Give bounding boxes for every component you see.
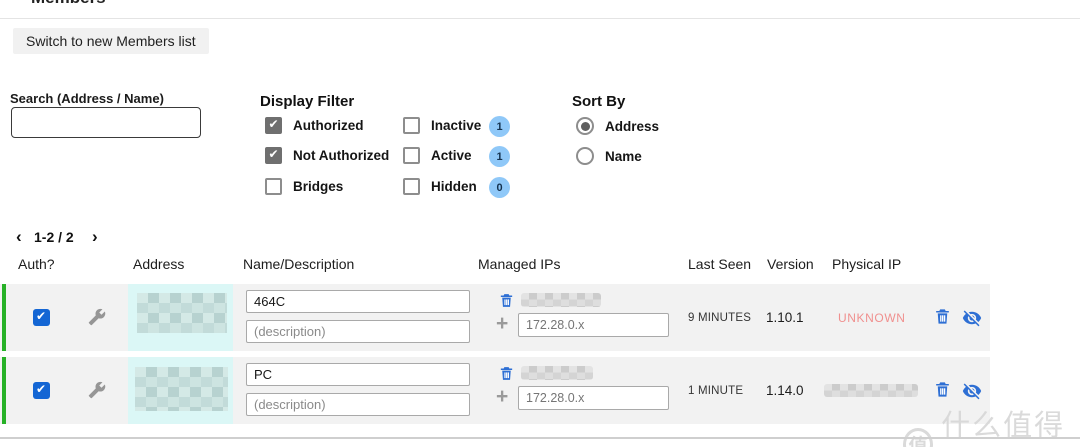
add-ip-plus-icon[interactable]: + xyxy=(496,313,508,334)
filter-label: Bridges xyxy=(293,179,344,194)
hide-member-eye-off-icon[interactable] xyxy=(962,308,982,328)
physical-ip-value: UNKNOWN xyxy=(838,311,906,325)
last-seen-value: 9 MINUTES xyxy=(688,312,752,324)
assign-ip-input[interactable] xyxy=(518,313,669,337)
col-header-name-description: Name/Description xyxy=(243,256,355,272)
pagination-next-button[interactable]: › xyxy=(92,228,98,245)
search-label: Search (Address / Name) xyxy=(10,91,164,106)
version-value: 1.14.0 xyxy=(766,383,804,398)
count-badge-active: 1 xyxy=(489,146,510,167)
col-header-version: Version xyxy=(767,256,814,272)
filter-option-not-authorized[interactable]: Not Authorized xyxy=(265,147,389,164)
wrench-settings-icon[interactable] xyxy=(88,381,106,399)
filter-label: Hidden xyxy=(431,179,477,194)
col-header-managed-ips: Managed IPs xyxy=(478,256,561,272)
count-badge-inactive: 1 xyxy=(489,116,510,137)
delete-member-trash-icon[interactable] xyxy=(933,380,952,399)
filter-option-hidden[interactable]: Hidden xyxy=(403,178,477,195)
sort-by-title: Sort By xyxy=(572,93,626,110)
redacted-physical-ip xyxy=(824,384,918,397)
sort-option-address[interactable]: Address xyxy=(576,117,659,135)
checkbox-checked-icon[interactable] xyxy=(265,147,282,164)
filter-option-bridges[interactable]: Bridges xyxy=(265,178,343,195)
col-header-auth: Auth? xyxy=(18,256,55,272)
col-header-address: Address xyxy=(133,256,185,272)
redacted-managed-ip xyxy=(521,293,601,307)
member-description-input[interactable] xyxy=(246,393,470,416)
filter-label: Inactive xyxy=(431,118,482,133)
delete-ip-trash-icon[interactable] xyxy=(498,365,515,382)
top-divider xyxy=(0,18,1080,19)
member-name-input[interactable] xyxy=(246,290,470,313)
pagination-range-label: 1-2 / 2 xyxy=(34,229,74,245)
sort-option-name[interactable]: Name xyxy=(576,147,642,165)
sort-label: Address xyxy=(605,118,660,134)
filter-option-active[interactable]: Active xyxy=(403,147,472,164)
redacted-address xyxy=(135,367,228,411)
checkbox-unchecked-icon[interactable] xyxy=(403,117,420,134)
member-row: + 1 MINUTE 1.14.0 xyxy=(0,357,990,424)
display-filter-title: Display Filter xyxy=(260,93,355,110)
pagination-prev-button[interactable]: ‹ xyxy=(16,228,22,245)
bottom-divider xyxy=(0,437,1080,439)
wrench-settings-icon[interactable] xyxy=(88,308,106,326)
add-ip-plus-icon[interactable]: + xyxy=(496,386,508,407)
assign-ip-input[interactable] xyxy=(518,386,669,410)
address-cell xyxy=(128,357,233,424)
radio-selected-icon[interactable] xyxy=(576,117,594,135)
delete-member-trash-icon[interactable] xyxy=(933,307,952,326)
search-input[interactable] xyxy=(11,107,201,138)
filter-option-inactive[interactable]: Inactive xyxy=(403,117,481,134)
col-header-last-seen: Last Seen xyxy=(688,256,752,272)
checkbox-unchecked-icon[interactable] xyxy=(403,147,420,164)
redacted-managed-ip xyxy=(521,366,593,380)
filter-label: Active xyxy=(431,148,472,163)
col-header-physical-ip: Physical IP xyxy=(832,256,902,272)
checkbox-checked-icon[interactable] xyxy=(265,117,282,134)
hide-member-eye-off-icon[interactable] xyxy=(962,381,982,401)
address-cell xyxy=(128,284,233,351)
members-page: Members Switch to new Members list Searc… xyxy=(0,0,1080,447)
last-seen-value: 1 MINUTE xyxy=(688,385,744,397)
delete-ip-trash-icon[interactable] xyxy=(498,292,515,309)
filter-option-authorized[interactable]: Authorized xyxy=(265,117,364,134)
member-row: + 9 MINUTES 1.10.1 UNKNOWN xyxy=(0,284,990,351)
auth-checkbox[interactable] xyxy=(33,309,50,326)
switch-members-list-button[interactable]: Switch to new Members list xyxy=(13,28,209,54)
page-title: Members xyxy=(31,0,106,8)
filter-label: Authorized xyxy=(293,118,364,133)
authorized-indicator-bar xyxy=(2,284,6,351)
member-description-input[interactable] xyxy=(246,320,470,343)
radio-unselected-icon[interactable] xyxy=(576,147,594,165)
auth-checkbox[interactable] xyxy=(33,382,50,399)
version-value: 1.10.1 xyxy=(766,310,804,325)
checkbox-unchecked-icon[interactable] xyxy=(265,178,282,195)
authorized-indicator-bar xyxy=(2,357,6,424)
count-badge-hidden: 0 xyxy=(489,177,510,198)
redacted-address xyxy=(137,293,227,333)
checkbox-unchecked-icon[interactable] xyxy=(403,178,420,195)
filter-label: Not Authorized xyxy=(293,148,390,163)
sort-label: Name xyxy=(605,148,642,164)
member-name-input[interactable] xyxy=(246,363,470,386)
